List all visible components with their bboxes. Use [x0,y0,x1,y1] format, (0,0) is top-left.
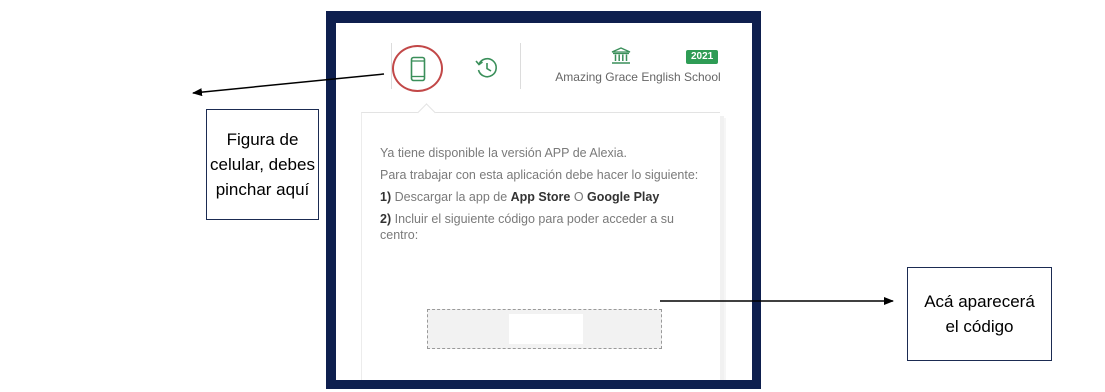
smartphone-icon [410,56,425,81]
popup-line-available: Ya tiene disponible la versión APP de Al… [380,146,627,160]
bank-icon [611,47,631,64]
school-selector[interactable]: 2021 Amazing Grace English School [528,44,748,94]
access-code-value[interactable] [509,314,583,344]
mobile-app-button[interactable] [392,45,443,92]
step-1-text: Descargar la app de [391,190,511,204]
popup-caret [417,103,436,122]
callout-phone-text: Figura de celular, debes pinchar aquí [210,130,315,199]
callout-code-text: Acá aparecerá el código [924,292,1035,336]
step-1-or: O [570,190,588,204]
year-badge: 2021 [686,50,719,64]
toolbar-divider [520,43,521,89]
screenshot-frame: 2021 Amazing Grace English School Ya tie… [326,11,761,389]
annotated-screenshot: 2021 Amazing Grace English School Ya tie… [0,0,1105,392]
app-window: 2021 Amazing Grace English School Ya tie… [336,23,752,380]
callout-phone-instruction: Figura de celular, debes pinchar aquí [206,109,319,220]
google-play-label: Google Play [587,190,660,204]
history-button[interactable] [472,53,502,83]
popup-instructions: Ya tiene disponible la versión APP de Al… [380,145,700,249]
step-1-number: 1) [380,190,392,204]
popup-step-2: 2) Incluir el siguiente código para pode… [380,211,700,243]
history-icon [475,57,497,78]
popup-step-1: 1) Descargar la app de App Store O Googl… [380,189,700,205]
mobile-app-popup: Ya tiene disponible la versión APP de Al… [361,103,720,380]
school-name: Amazing Grace English School [555,70,721,84]
app-store-label: App Store [510,190,571,204]
step-2-text: Incluir el siguiente código para poder a… [380,212,674,242]
step-2-number: 2) [380,212,392,226]
popup-line-steps-intro: Para trabajar con esta aplicación debe h… [380,168,699,182]
callout-code-instruction: Acá aparecerá el código [907,267,1052,361]
access-code-box [427,309,662,349]
